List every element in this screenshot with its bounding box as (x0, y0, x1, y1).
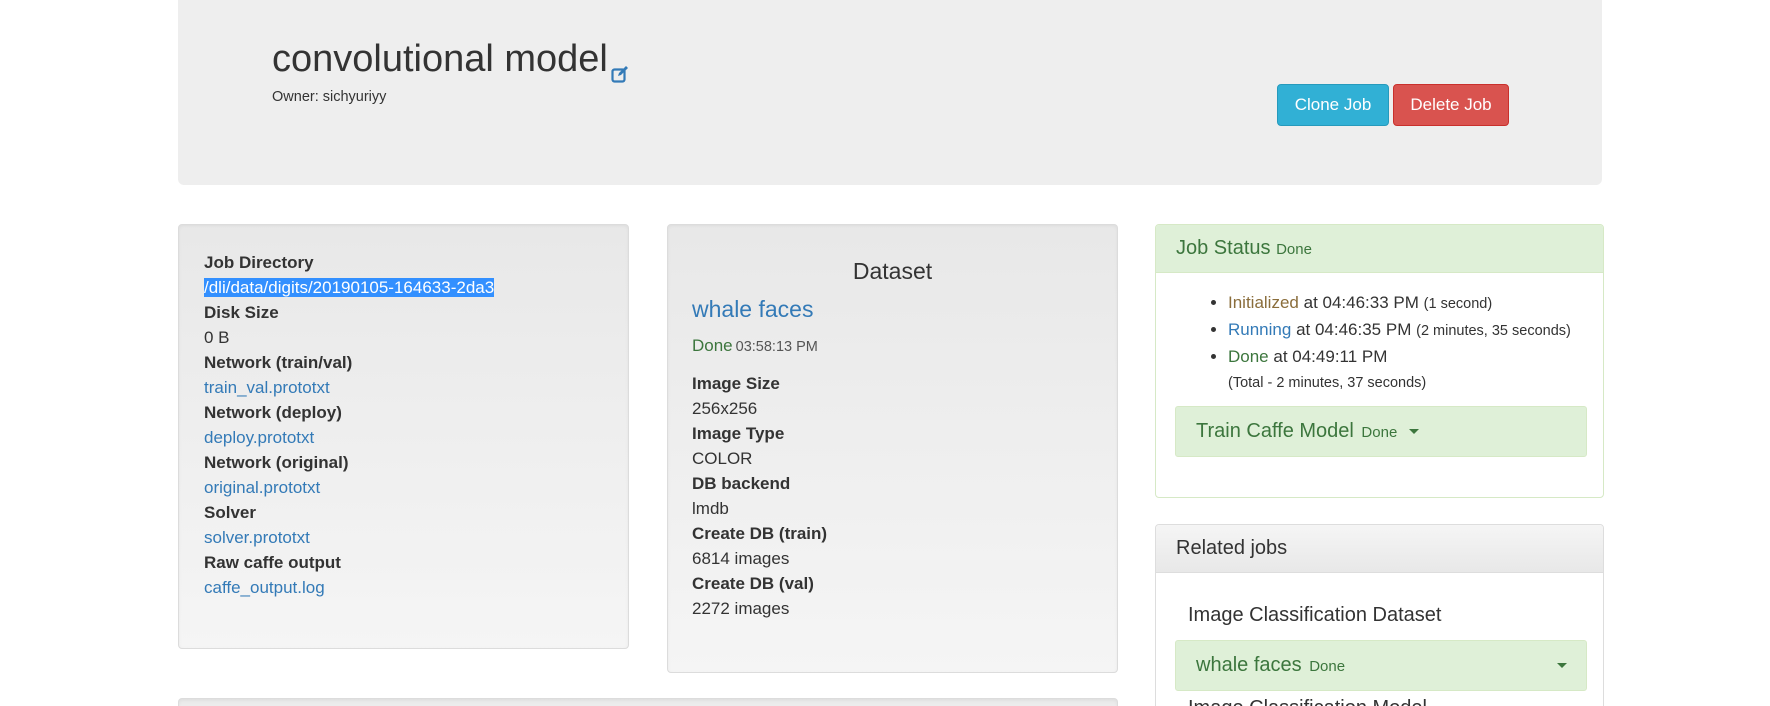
related-job-name: whale faces (1196, 654, 1302, 676)
chevron-down-icon (1557, 663, 1567, 668)
job-status-heading: Job Status Done (1156, 225, 1603, 273)
job-status-panel: Job Status Done Initialized at 04:46:33 … (1155, 224, 1604, 498)
image-size-value: 256x256 (692, 399, 758, 418)
db-backend-value: lmdb (692, 499, 729, 518)
status-timeline: Initialized at 04:46:33 PM (1 second) Ru… (1211, 290, 1571, 396)
status-event-initialized: Initialized at 04:46:33 PM (1 second) (1211, 290, 1571, 317)
related-job-state: Done (1309, 658, 1346, 675)
job-title-text: convolutional model (272, 38, 608, 80)
owner-line: Owner: sichyuriyy (272, 89, 386, 105)
raw-output-label: Raw caffe output (204, 553, 341, 572)
solver-link[interactable]: solver.prototxt (204, 528, 310, 547)
image-type-value: COLOR (692, 449, 753, 468)
dataset-heading: Dataset (852, 258, 933, 284)
network-original-link[interactable]: original.prototxt (204, 478, 320, 497)
lower-panel (178, 698, 1118, 706)
related-jobs-panel: Related jobs Image Classification Datase… (1155, 524, 1604, 706)
network-trainval-link[interactable]: train_val.prototxt (204, 378, 330, 397)
create-db-val-value: 2272 images (692, 599, 790, 618)
train-caffe-model-dropdown[interactable]: Train Caffe Model Done (1175, 406, 1587, 457)
db-backend-label: DB backend (692, 474, 791, 493)
network-deploy-link[interactable]: deploy.prototxt (204, 428, 314, 447)
chevron-down-icon (1408, 429, 1419, 435)
job-directory-value[interactable]: /dli/data/digits/20190105-164633-2da3 (204, 278, 495, 297)
task-label: Train Caffe Model (1196, 420, 1354, 442)
status-event-time: at 04:46:35 PM (1296, 320, 1412, 339)
page-title: convolutional model (272, 38, 630, 83)
status-event-time: at 04:49:11 PM (1273, 347, 1388, 366)
related-jobs-heading: Related jobs (1156, 525, 1603, 573)
job-directory-label: Job Directory (204, 253, 314, 272)
dataset-info-list: Image Size 256x256 Image Type COLOR DB b… (692, 371, 827, 621)
status-total: (Total - 2 minutes, 37 seconds) (1228, 369, 1571, 396)
status-event-duration: (1 second) (1423, 296, 1493, 312)
job-status-state: Done (1276, 241, 1312, 258)
delete-job-button[interactable]: Delete Job (1393, 84, 1509, 126)
related-job-dropdown[interactable]: whale faces Done (1175, 640, 1587, 691)
status-event-state: Running (1228, 320, 1292, 339)
job-info-panel: Job Directory /dli/data/digits/20190105-… (178, 224, 629, 649)
status-total-text: (Total - 2 minutes, 37 seconds) (1228, 375, 1427, 391)
status-event-state: Initialized (1228, 293, 1299, 312)
task-state: Done (1361, 424, 1398, 441)
job-header: convolutional model Owner: sichyuriyy Clo… (178, 0, 1602, 185)
create-db-val-label: Create DB (val) (692, 574, 814, 593)
disk-size-label: Disk Size (204, 303, 279, 322)
status-event-time: at 04:46:33 PM (1303, 293, 1419, 312)
status-event-done: Done at 04:49:11 PM (1211, 344, 1571, 369)
job-status-title: Job Status (1176, 237, 1271, 259)
raw-output-link[interactable]: caffe_output.log (204, 578, 325, 597)
edit-icon[interactable] (610, 51, 630, 83)
network-deploy-label: Network (deploy) (204, 403, 342, 422)
network-original-label: Network (original) (204, 453, 349, 472)
status-event-running: Running at 04:46:35 PM (2 minutes, 35 se… (1211, 317, 1571, 344)
image-type-label: Image Type (692, 424, 785, 443)
owner-label: Owner: (272, 89, 319, 105)
clone-job-button[interactable]: Clone Job (1277, 84, 1389, 126)
image-size-label: Image Size (692, 374, 780, 393)
dataset-status-state: Done (692, 336, 733, 355)
dataset-status-time: 03:58:13 PM (735, 339, 818, 355)
create-db-train-value: 6814 images (692, 549, 790, 568)
dataset-name-link[interactable]: whale faces (692, 296, 813, 323)
solver-label: Solver (204, 503, 256, 522)
dataset-status: Done 03:58:13 PM (692, 336, 818, 356)
network-trainval-label: Network (train/val) (204, 353, 353, 372)
dataset-panel: Dataset whale faces Done 03:58:13 PM Imag… (667, 224, 1118, 673)
status-event-duration: (2 minutes, 35 seconds) (1416, 323, 1571, 339)
disk-size-value: 0 B (204, 328, 230, 347)
job-info-list: Job Directory /dli/data/digits/20190105-… (204, 250, 495, 600)
job-page: convolutional model Owner: sichyuriyy Clo… (0, 0, 1770, 706)
status-event-state: Done (1228, 347, 1269, 366)
owner-name: sichyuriyy (322, 89, 387, 105)
related-type-label: Image Classification Dataset (1188, 604, 1442, 626)
related-next-label: Image Classification Model (1188, 697, 1427, 706)
create-db-train-label: Create DB (train) (692, 524, 828, 543)
